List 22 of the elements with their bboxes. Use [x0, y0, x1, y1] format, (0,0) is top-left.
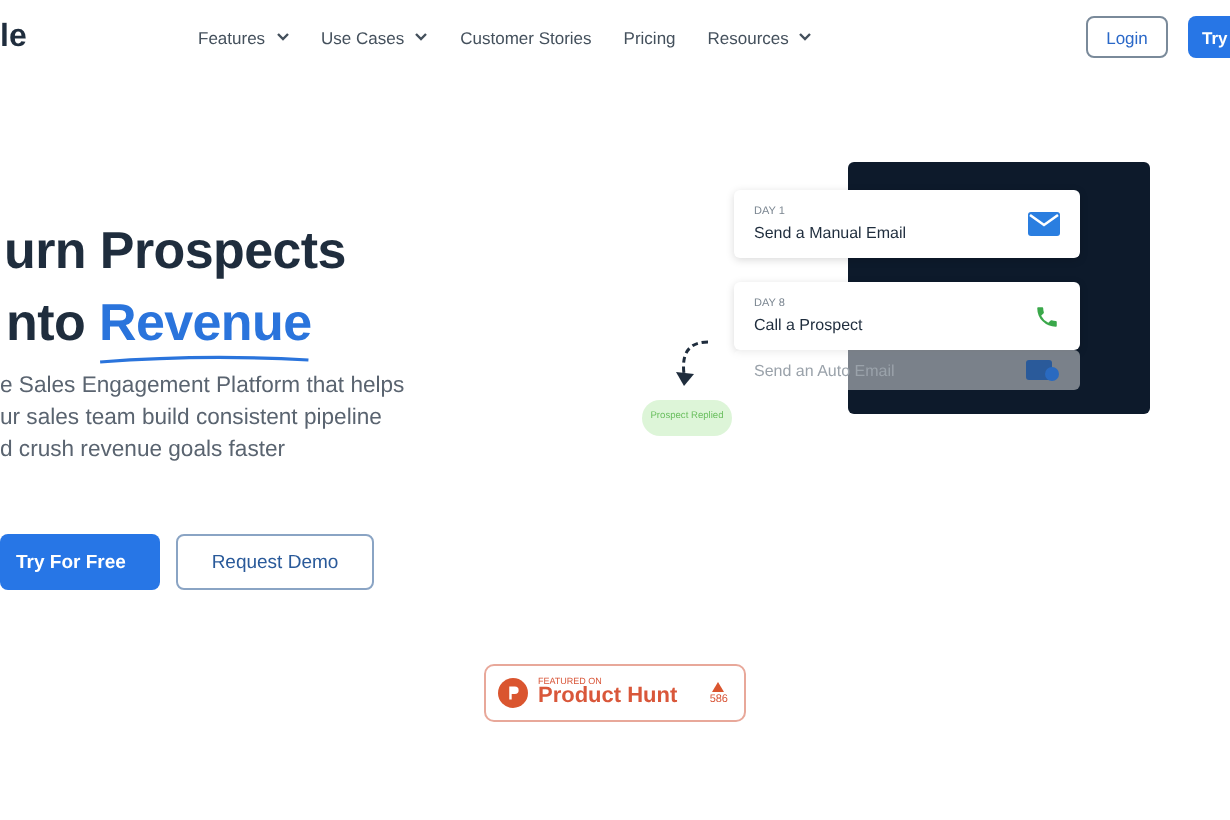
step-title: Call a Prospect — [754, 316, 865, 334]
underline-icon — [98, 354, 312, 364]
nav-link[interactable]: Features — [198, 27, 290, 47]
phone-icon — [1034, 303, 1060, 329]
product-hunt-name: Product Hunt — [538, 686, 680, 709]
headline: nto — [6, 292, 86, 352]
login-button[interactable]: Login — [1086, 16, 1168, 58]
upvote-icon — [712, 681, 725, 691]
product-hunt-logo — [498, 678, 528, 708]
highlighted-word: Revenue — [98, 292, 312, 352]
nav-link[interactable]: Pricing — [623, 27, 676, 47]
nav-link[interactable]: Customer Stories — [460, 27, 592, 47]
logo[interactable]: le — [0, 19, 198, 55]
headline: urn Prospects — [2, 218, 348, 284]
step-title: Send a Manual Email — [754, 224, 909, 242]
nav-link[interactable]: Use Cases — [321, 27, 429, 47]
description: e Sales Engagement Platform that helps ur sales team build consistent pipeline d crush revenue goals faster — [0, 372, 407, 466]
try-button[interactable]: Try — [1188, 16, 1230, 58]
try-free-button[interactable]: Try For Free — [0, 534, 160, 590]
request-demo-button[interactable]: Request Demo — [176, 534, 374, 590]
dashed-arrow-icon — [676, 338, 712, 390]
nav-link[interactable]: Resources — [707, 27, 813, 47]
